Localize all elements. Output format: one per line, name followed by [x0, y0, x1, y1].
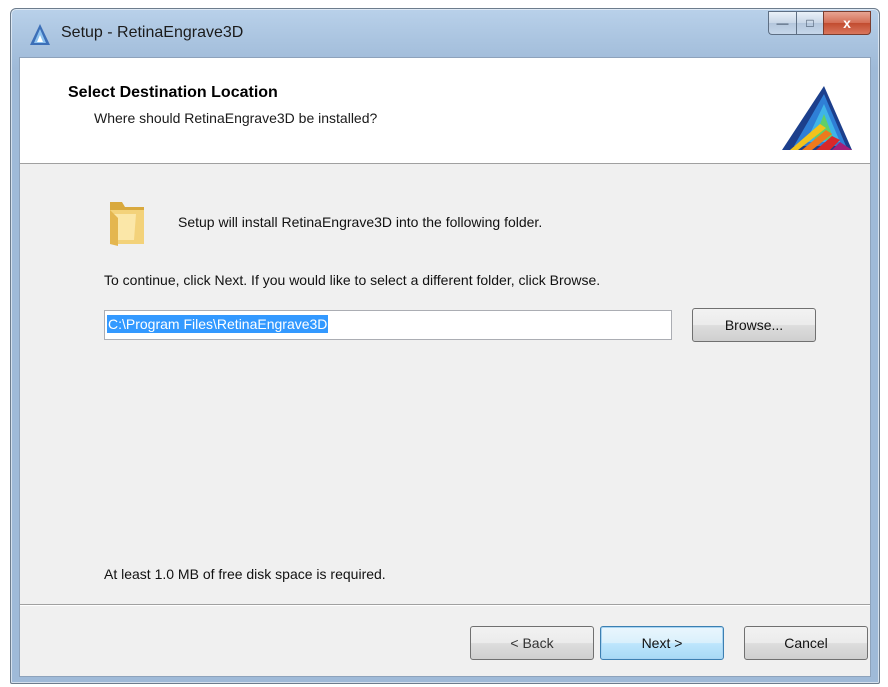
maximize-icon: □ [806, 16, 814, 30]
caption-buttons: — □ x [768, 11, 871, 35]
destination-path-text: C:\Program Files\RetinaEngrave3D [107, 315, 329, 333]
setup-window: Setup - RetinaEngrave3D — □ x Select Des… [10, 8, 880, 684]
continue-instruction: To continue, click Next. If you would li… [104, 272, 601, 288]
folder-icon [110, 202, 144, 246]
close-button[interactable]: x [823, 11, 871, 35]
title-bar[interactable]: Setup - RetinaEngrave3D — □ x [11, 9, 879, 57]
back-button[interactable]: < Back [470, 626, 594, 660]
app-icon [30, 24, 50, 45]
install-folder-intro: Setup will install RetinaEngrave3D into … [178, 214, 543, 230]
maximize-button[interactable]: □ [796, 11, 823, 35]
page-subtitle: Where should RetinaEngrave3D be installe… [94, 110, 378, 126]
cancel-button[interactable]: Cancel [744, 626, 868, 660]
close-icon: x [843, 15, 851, 31]
disk-space-requirement: At least 1.0 MB of free disk space is re… [104, 566, 386, 582]
destination-path-input[interactable]: C:\Program Files\RetinaEngrave3D [104, 310, 672, 340]
minimize-icon: — [776, 16, 789, 30]
window-title: Setup - RetinaEngrave3D [61, 24, 244, 41]
next-button[interactable]: Next > [600, 626, 724, 660]
browse-button[interactable]: Browse... [692, 308, 816, 342]
minimize-button[interactable]: — [768, 11, 796, 35]
page-title: Select Destination Location [68, 84, 278, 101]
retinaengrave-prism-logo-icon [782, 86, 852, 150]
footer-divider [20, 604, 870, 606]
wizard-header: Select Destination Location Where should… [20, 58, 870, 164]
wizard-page: Select Destination Location Where should… [19, 57, 871, 677]
